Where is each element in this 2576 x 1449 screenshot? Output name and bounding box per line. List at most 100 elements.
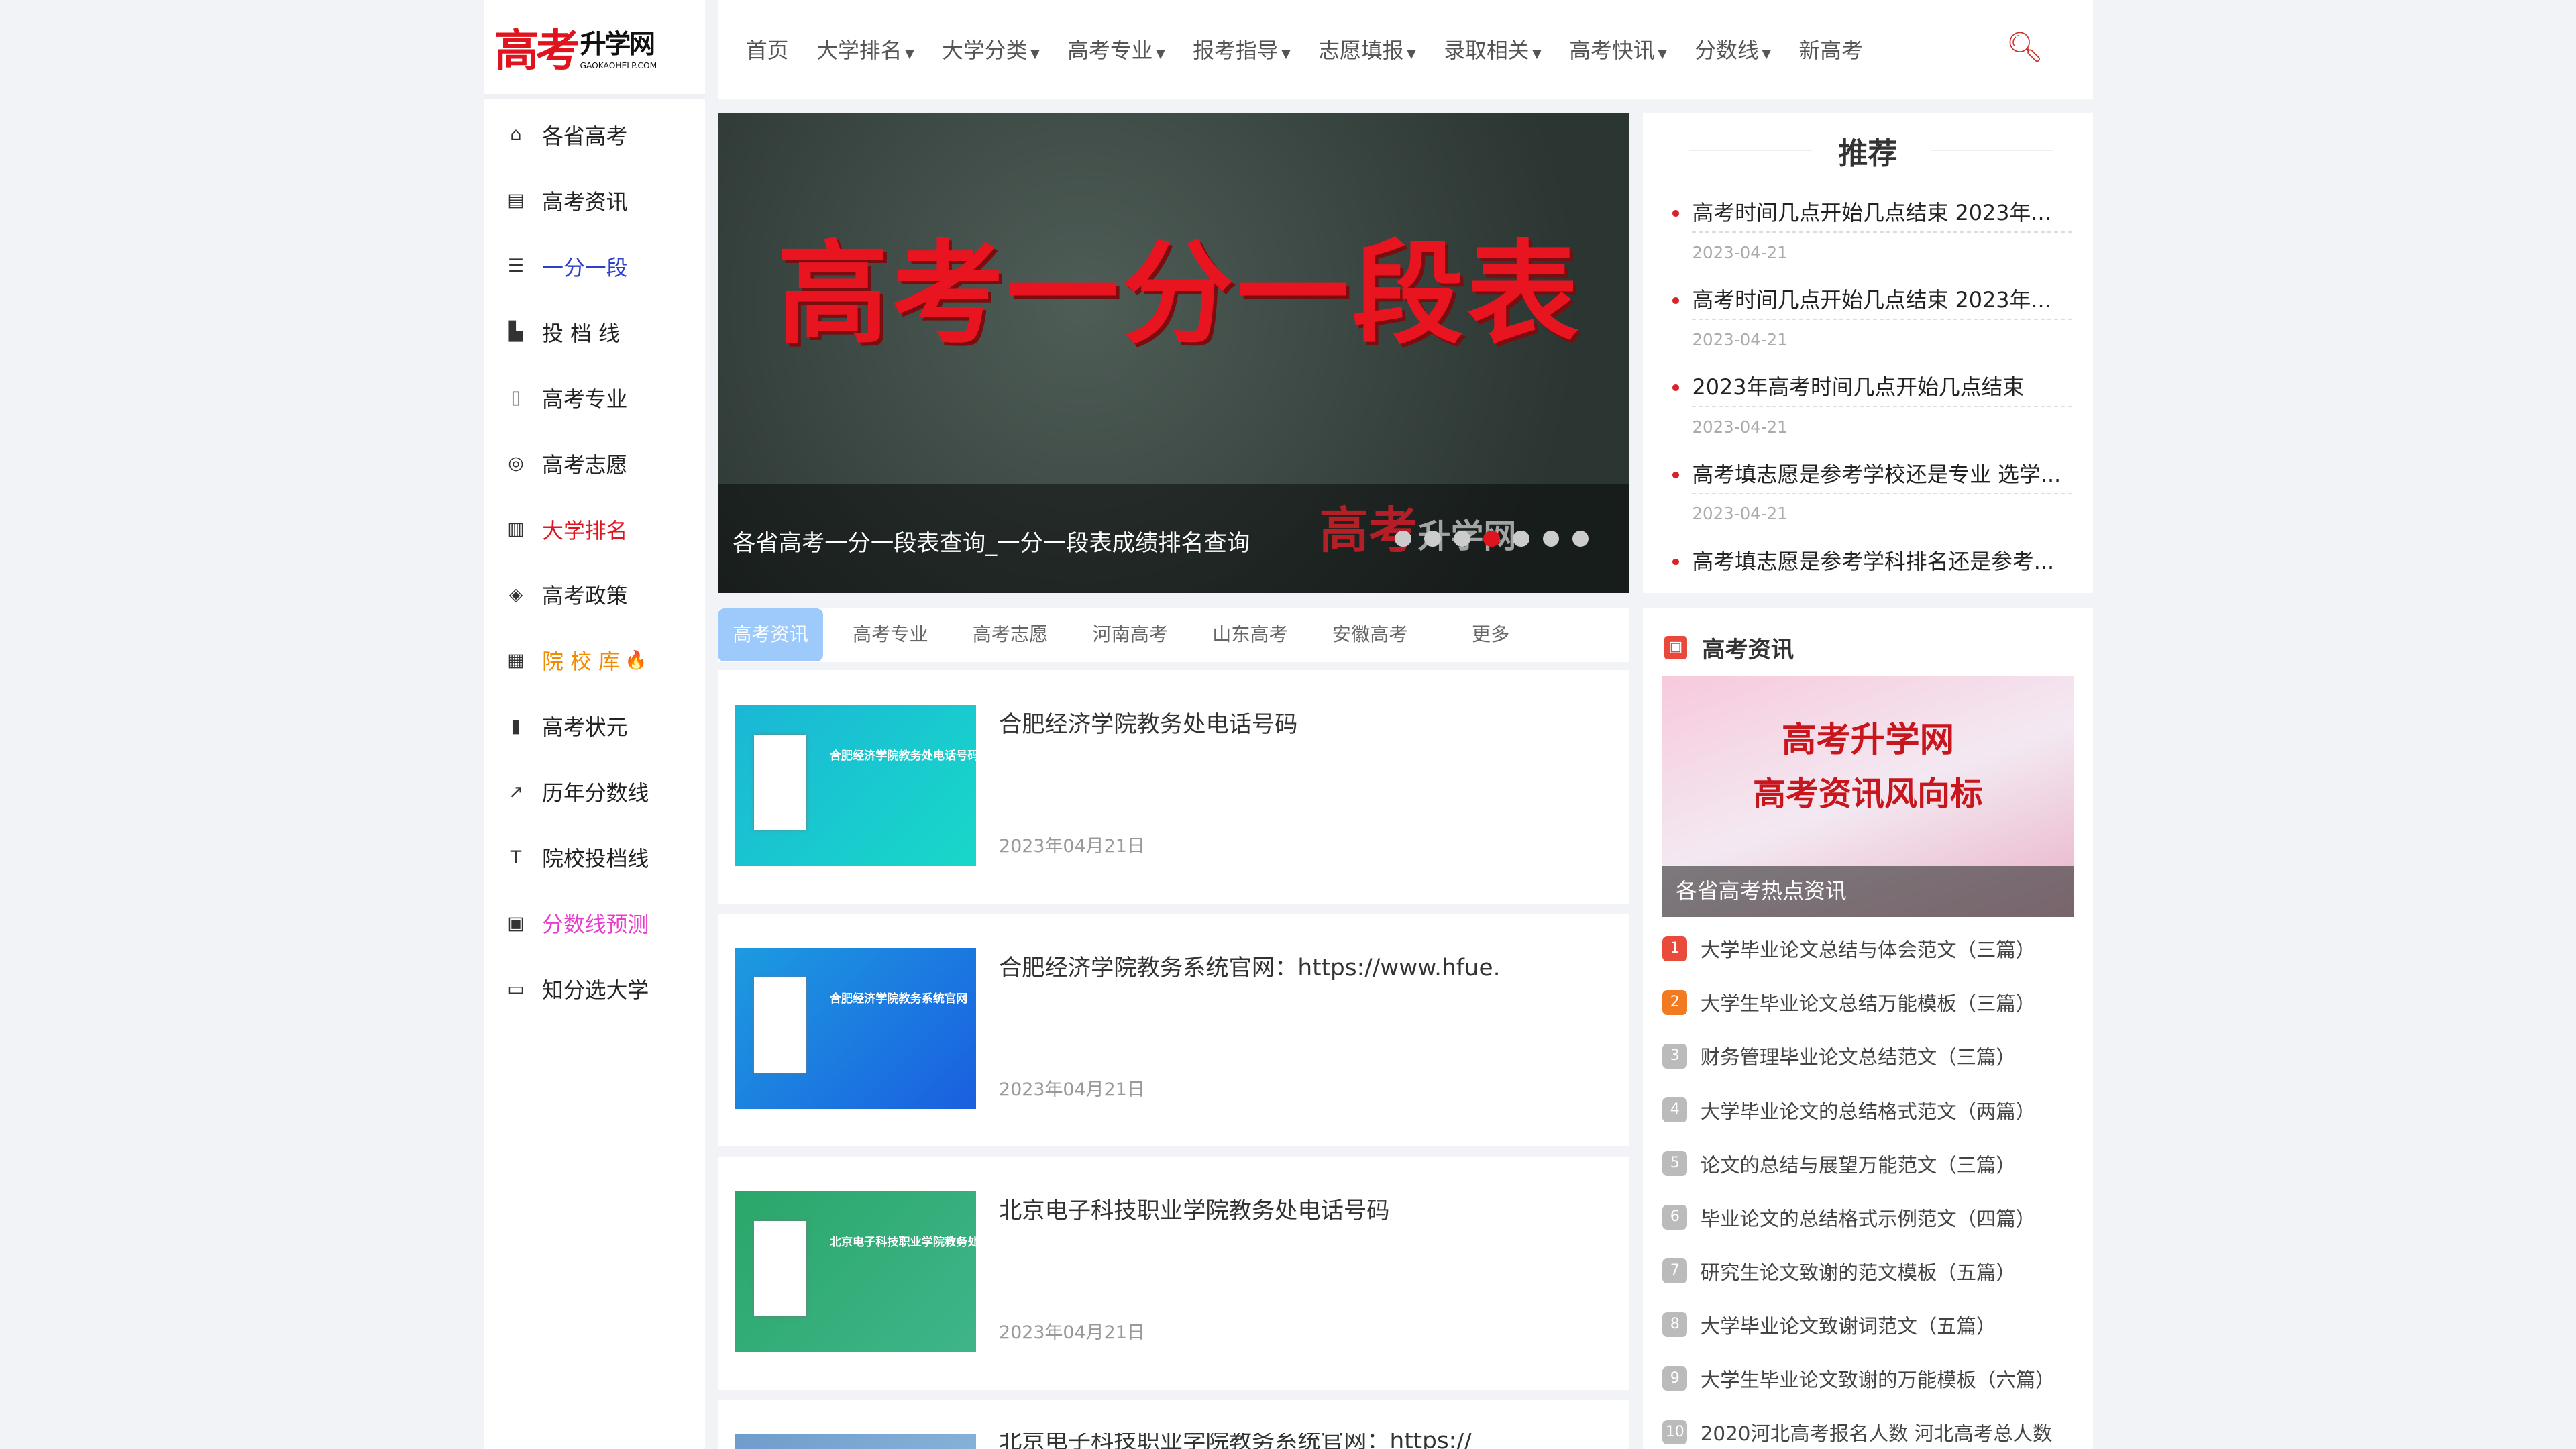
nav-item-label: 志愿填报: [1318, 38, 1404, 64]
article-thumbnail[interactable]: 合肥经济学院教务处电话号码: [734, 704, 976, 866]
tab[interactable]: 高考志愿: [958, 608, 1063, 661]
carousel-dot[interactable]: [1483, 531, 1500, 547]
banner-caption[interactable]: 各省高考一分一段表查询_一分一段表成绩排名查询: [733, 524, 1250, 557]
sidebar-item-label: 高考志愿: [542, 451, 628, 478]
rank-badge: 7: [1662, 1258, 1688, 1284]
recommend-link[interactable]: 高考时间几点开始几点结束 2023年...: [1669, 282, 2072, 319]
tab[interactable]: 高考专业: [838, 608, 943, 661]
news-list-item[interactable]: 7 研究生论文致谢的范文模板（五篇）: [1662, 1257, 2081, 1285]
carousel-dot[interactable]: [1572, 531, 1589, 547]
thumbnail-text: 北京电子科技职业学院教务处: [829, 1235, 976, 1249]
recommend-link[interactable]: 高考时间几点开始几点结束 2023年...: [1669, 195, 2072, 231]
nav-item-label: 高考快讯: [1569, 38, 1655, 64]
news-list-item[interactable]: 10 2020河北高考报名人数 河北高考总人数: [1662, 1418, 2081, 1446]
sidebar-item[interactable]: ▯ 高考专业: [484, 365, 704, 431]
recommend-item: 高考填志愿是参考学科排名还是参考...: [1669, 544, 2072, 580]
nav-item[interactable]: 大学排名 ▼: [816, 34, 914, 64]
sidebar-item[interactable]: ▦ 院 校 库 🔥: [484, 627, 704, 693]
sidebar-item[interactable]: ☰ 一分一段: [484, 233, 704, 299]
sidebar-item[interactable]: ▥ 大学排名: [484, 496, 704, 562]
rank-badge: 1: [1662, 936, 1688, 961]
logo-domain: GAOKAOHELP.COM: [580, 60, 657, 70]
recommend-item: 高考填志愿是参考学校还是专业 选学... 2023-04-21: [1669, 457, 2072, 523]
caret-down-icon: ▼: [1762, 48, 1771, 62]
sidebar-item[interactable]: ▭ 知分选大学: [484, 956, 704, 1022]
news-feature-image[interactable]: 高考升学网 高考资讯风向标 各省高考热点资讯: [1662, 675, 2074, 917]
article-title[interactable]: 北京电子科技职业学院教务系统官网：https://: [999, 1433, 1607, 1449]
logo-side: 升学网: [580, 29, 655, 60]
nav-item[interactable]: 报考指导 ▼: [1193, 34, 1290, 64]
tab[interactable]: 山东高考: [1197, 608, 1303, 661]
sidebar-item-label: 分数线预测: [542, 912, 649, 938]
article-thumbnail[interactable]: [734, 1434, 976, 1449]
news-list-item[interactable]: 2 大学生毕业论文总结万能模板（三篇）: [1662, 989, 2081, 1017]
nav-item[interactable]: 大学分类 ▼: [942, 34, 1039, 64]
news-link-text: 大学毕业论文致谢词范文（五篇）: [1700, 1314, 1996, 1338]
sidebar: 高考 升学网 GAOKAOHELP.COM ⌂ 各省高考 ▤ 高考资讯 ☰ 一分一段 ▙ 投 档…: [484, 0, 705, 1449]
carousel-dot[interactable]: [1454, 531, 1470, 547]
layers-icon: ◈: [508, 584, 523, 605]
sidebar-item[interactable]: ◈ 高考政策: [484, 562, 704, 628]
rank-badge: 4: [1662, 1097, 1688, 1122]
sidebar-item[interactable]: ▤ 高考资讯: [484, 168, 704, 233]
article-thumbnail[interactable]: 北京电子科技职业学院教务处: [734, 1191, 976, 1352]
news-link-text: 大学毕业论文的总结格式范文（两篇）: [1700, 1099, 2036, 1123]
tab[interactable]: 安徽高考: [1318, 608, 1423, 661]
image-line2: 高考资讯风向标: [1753, 774, 1983, 813]
news-list-item[interactable]: 1 大学毕业论文总结与体会范文（三篇）: [1662, 934, 2081, 963]
rank-badge: 9: [1662, 1366, 1688, 1391]
recommend-item: 高考时间几点开始几点结束 2023年... 2023-04-21: [1669, 282, 2072, 350]
sidebar-item[interactable]: ▙ 投 档 线: [484, 299, 704, 365]
article-thumbnail[interactable]: 合肥经济学院教务系统官网: [734, 948, 976, 1110]
news-list-item[interactable]: 4 大学毕业论文的总结格式范文（两篇）: [1662, 1096, 2081, 1124]
tab[interactable]: 河南高考: [1077, 608, 1183, 661]
nav-item[interactable]: 高考快讯 ▼: [1569, 34, 1666, 64]
nav-item[interactable]: 新高考: [1799, 34, 1863, 64]
tab[interactable]: 更多: [1457, 608, 1524, 661]
carousel-dot[interactable]: [1424, 531, 1441, 547]
news-list-item[interactable]: 6 毕业论文的总结格式示例范文（四篇）: [1662, 1203, 2081, 1232]
news-list-item[interactable]: 5 论文的总结与展望万能范文（三篇）: [1662, 1150, 2081, 1178]
flame-icon: 🔥: [625, 650, 647, 672]
tab[interactable]: 高考资讯: [718, 608, 823, 661]
sidebar-item-label: 一分一段: [542, 254, 628, 280]
banner-carousel[interactable]: 高考一分一段表 各省高考一分一段表查询_一分一段表成绩排名查询 高考升学网: [718, 113, 1630, 594]
site-logo[interactable]: 高考 升学网 GAOKAOHELP.COM: [484, 0, 705, 99]
article-title[interactable]: 合肥经济学院教务处电话号码: [999, 711, 1607, 739]
nav-item[interactable]: 高考专业 ▼: [1067, 34, 1165, 64]
news-list-item[interactable]: 3 财务管理毕业论文总结范文（三篇）: [1662, 1042, 2081, 1071]
category-tabs: 高考资讯 高考专业 高考志愿 河南高考 山东高考 安徽高考 更多: [718, 608, 1630, 662]
news-list-item[interactable]: 9 大学生毕业论文致谢的万能模板（六篇）: [1662, 1364, 2081, 1393]
sidebar-item-label: 高考专业: [542, 386, 628, 412]
recommend-date: 2023-04-21: [1692, 492, 2072, 523]
nav-item[interactable]: 分数线 ▼: [1695, 34, 1771, 64]
carousel-dot[interactable]: [1542, 531, 1559, 547]
carousel-dot[interactable]: [1395, 531, 1411, 547]
news-icon: ▣: [1664, 636, 1688, 659]
sidebar-item[interactable]: ▣ 分数线预测: [484, 890, 704, 956]
article-title[interactable]: 合肥经济学院教务系统官网：https://www.hfue.: [999, 955, 1607, 983]
recommend-link[interactable]: 2023年高考时间几点开始几点结束: [1669, 370, 2072, 406]
teacher-photo: [754, 1220, 807, 1316]
sidebar-item[interactable]: ⌂ 各省高考: [484, 102, 704, 168]
recommend-link[interactable]: 高考填志愿是参考学科排名还是参考...: [1669, 544, 2072, 580]
nav-item[interactable]: 志愿填报 ▼: [1318, 34, 1415, 64]
sidebar-item[interactable]: ◎ 高考志愿: [484, 431, 704, 496]
news-list-item[interactable]: 8 大学毕业论文致谢词范文（五篇）: [1662, 1311, 2081, 1339]
nav-item[interactable]: 录取相关 ▼: [1444, 34, 1541, 64]
news-link-text: 研究生论文致谢的范文模板（五篇）: [1700, 1260, 2016, 1284]
nav-item[interactable]: 首页: [746, 34, 789, 64]
carousel-dots: [1395, 531, 1589, 547]
rank-badge: 6: [1662, 1205, 1688, 1230]
news-link-text: 大学毕业论文总结与体会范文（三篇）: [1700, 938, 2036, 962]
recommend-link[interactable]: 高考填志愿是参考学校还是专业 选学...: [1669, 457, 2072, 493]
search-icon[interactable]: 🔍︎: [2006, 32, 2043, 62]
sidebar-item[interactable]: T 院校投档线: [484, 824, 704, 890]
sidebar-item[interactable]: ↗ 历年分数线: [484, 759, 704, 824]
article-title[interactable]: 北京电子科技职业学院教务处电话号码: [999, 1197, 1607, 1226]
recommend-date: 2023-04-21: [1692, 319, 2072, 350]
clipboard-icon: ▯: [511, 387, 521, 409]
article-card: 合肥经济学院教务系统官网 合肥经济学院教务系统官网：https://www.hfu…: [718, 913, 1630, 1147]
sidebar-item[interactable]: ▮ 高考状元: [484, 693, 704, 759]
carousel-dot[interactable]: [1513, 531, 1529, 547]
